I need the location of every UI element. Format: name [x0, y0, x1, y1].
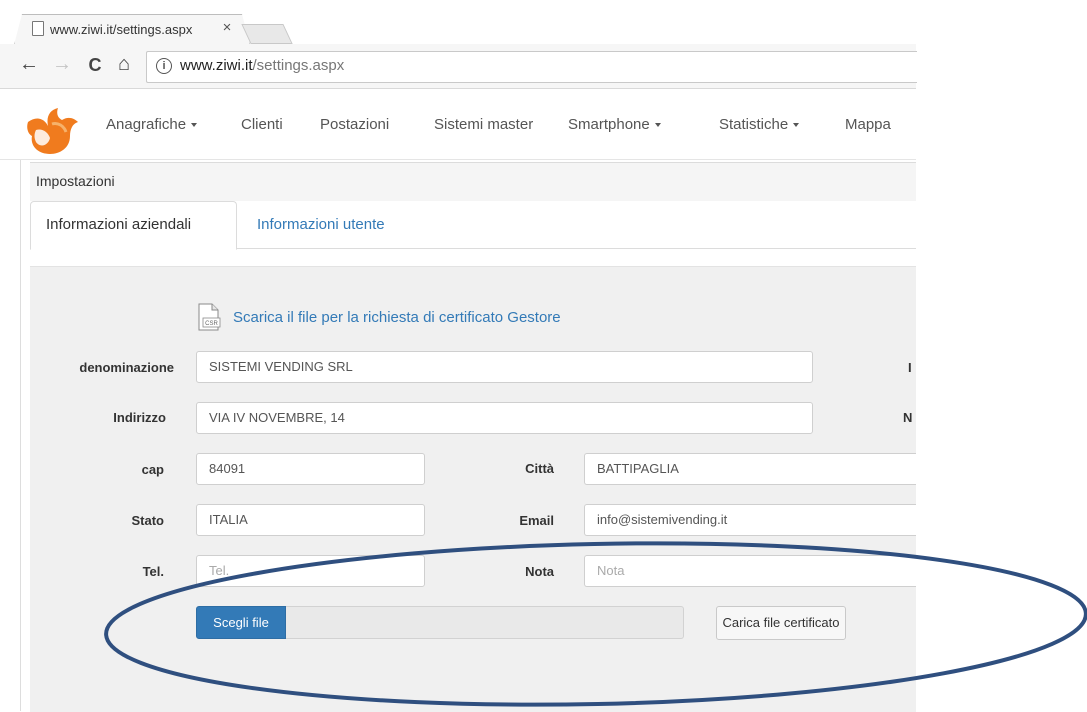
label-indirizzo: Indirizzo	[113, 410, 166, 425]
nav-statistiche[interactable]: Statistiche	[719, 116, 800, 133]
forward-arrow-icon[interactable]: →	[51, 53, 73, 76]
nav-anagrafiche[interactable]: Anagrafiche	[106, 116, 198, 133]
nav-postazioni[interactable]: Postazioni	[320, 116, 389, 133]
csr-icon-text: CSR	[205, 321, 218, 327]
label-tel: Tel.	[142, 564, 164, 579]
fox-logo-icon[interactable]	[22, 106, 80, 156]
home-icon[interactable]: ⌂	[113, 53, 135, 76]
nav-sistemi-master[interactable]: Sistemi master	[434, 116, 533, 133]
label-cap: cap	[141, 462, 164, 477]
caret-down-icon	[654, 123, 661, 128]
tab-informazioni-utente[interactable]: Informazioni utente	[257, 216, 385, 233]
nav-mappa[interactable]: Mappa	[845, 116, 891, 133]
back-arrow-icon[interactable]: ←	[18, 53, 40, 76]
nav-smartphone[interactable]: Smartphone	[568, 116, 661, 133]
indirizzo-input[interactable]: VIA IV NOVEMBRE, 14	[196, 402, 813, 434]
close-icon[interactable]: ×	[220, 19, 234, 36]
new-tab-button[interactable]	[241, 24, 293, 44]
browser-tab-title: www.ziwi.it/settings.aspx	[50, 22, 193, 37]
form-area	[30, 266, 916, 712]
panel-title: Impostazioni	[36, 173, 115, 189]
nav-clienti[interactable]: Clienti	[241, 116, 283, 133]
stato-input[interactable]: ITALIA	[196, 504, 425, 536]
reload-icon[interactable]: C	[84, 55, 106, 76]
denominazione-input[interactable]: SISTEMI VENDING SRL	[196, 351, 813, 383]
truncated-label: N	[903, 410, 913, 425]
csr-download-link[interactable]: Scarica il file per la richiesta di cert…	[233, 309, 561, 326]
truncated-label: I	[908, 360, 912, 375]
label-email: Email	[519, 513, 554, 528]
cap-input[interactable]: 84091	[196, 453, 425, 485]
file-name-field[interactable]	[286, 606, 684, 639]
url-path: /settings.aspx	[252, 57, 345, 74]
page-icon	[32, 21, 44, 36]
tel-input[interactable]: Tel.	[196, 555, 425, 587]
url-text: www.ziwi.it/settings.aspx	[180, 57, 344, 74]
email-input[interactable]: info@sistemivending.it	[584, 504, 916, 536]
panel-heading	[30, 162, 916, 202]
nota-input[interactable]: Nota	[584, 555, 916, 587]
csr-file-icon[interactable]: CSR	[195, 303, 221, 331]
label-citta: Città	[525, 461, 554, 476]
caret-down-icon	[191, 123, 198, 128]
upload-certificate-button[interactable]: Carica file certificato	[716, 606, 846, 640]
label-stato: Stato	[131, 513, 165, 528]
tab-informazioni-aziendali-label[interactable]: Informazioni aziendali	[46, 216, 191, 233]
info-icon[interactable]: i	[156, 58, 172, 74]
label-denominazione: denominazione	[79, 360, 174, 375]
choose-file-button[interactable]: Scegli file	[196, 606, 286, 639]
url-host: www.ziwi.it	[180, 57, 253, 74]
caret-down-icon	[793, 123, 800, 128]
citta-input[interactable]: BATTIPAGLIA	[584, 453, 916, 485]
label-nota: Nota	[525, 564, 554, 579]
